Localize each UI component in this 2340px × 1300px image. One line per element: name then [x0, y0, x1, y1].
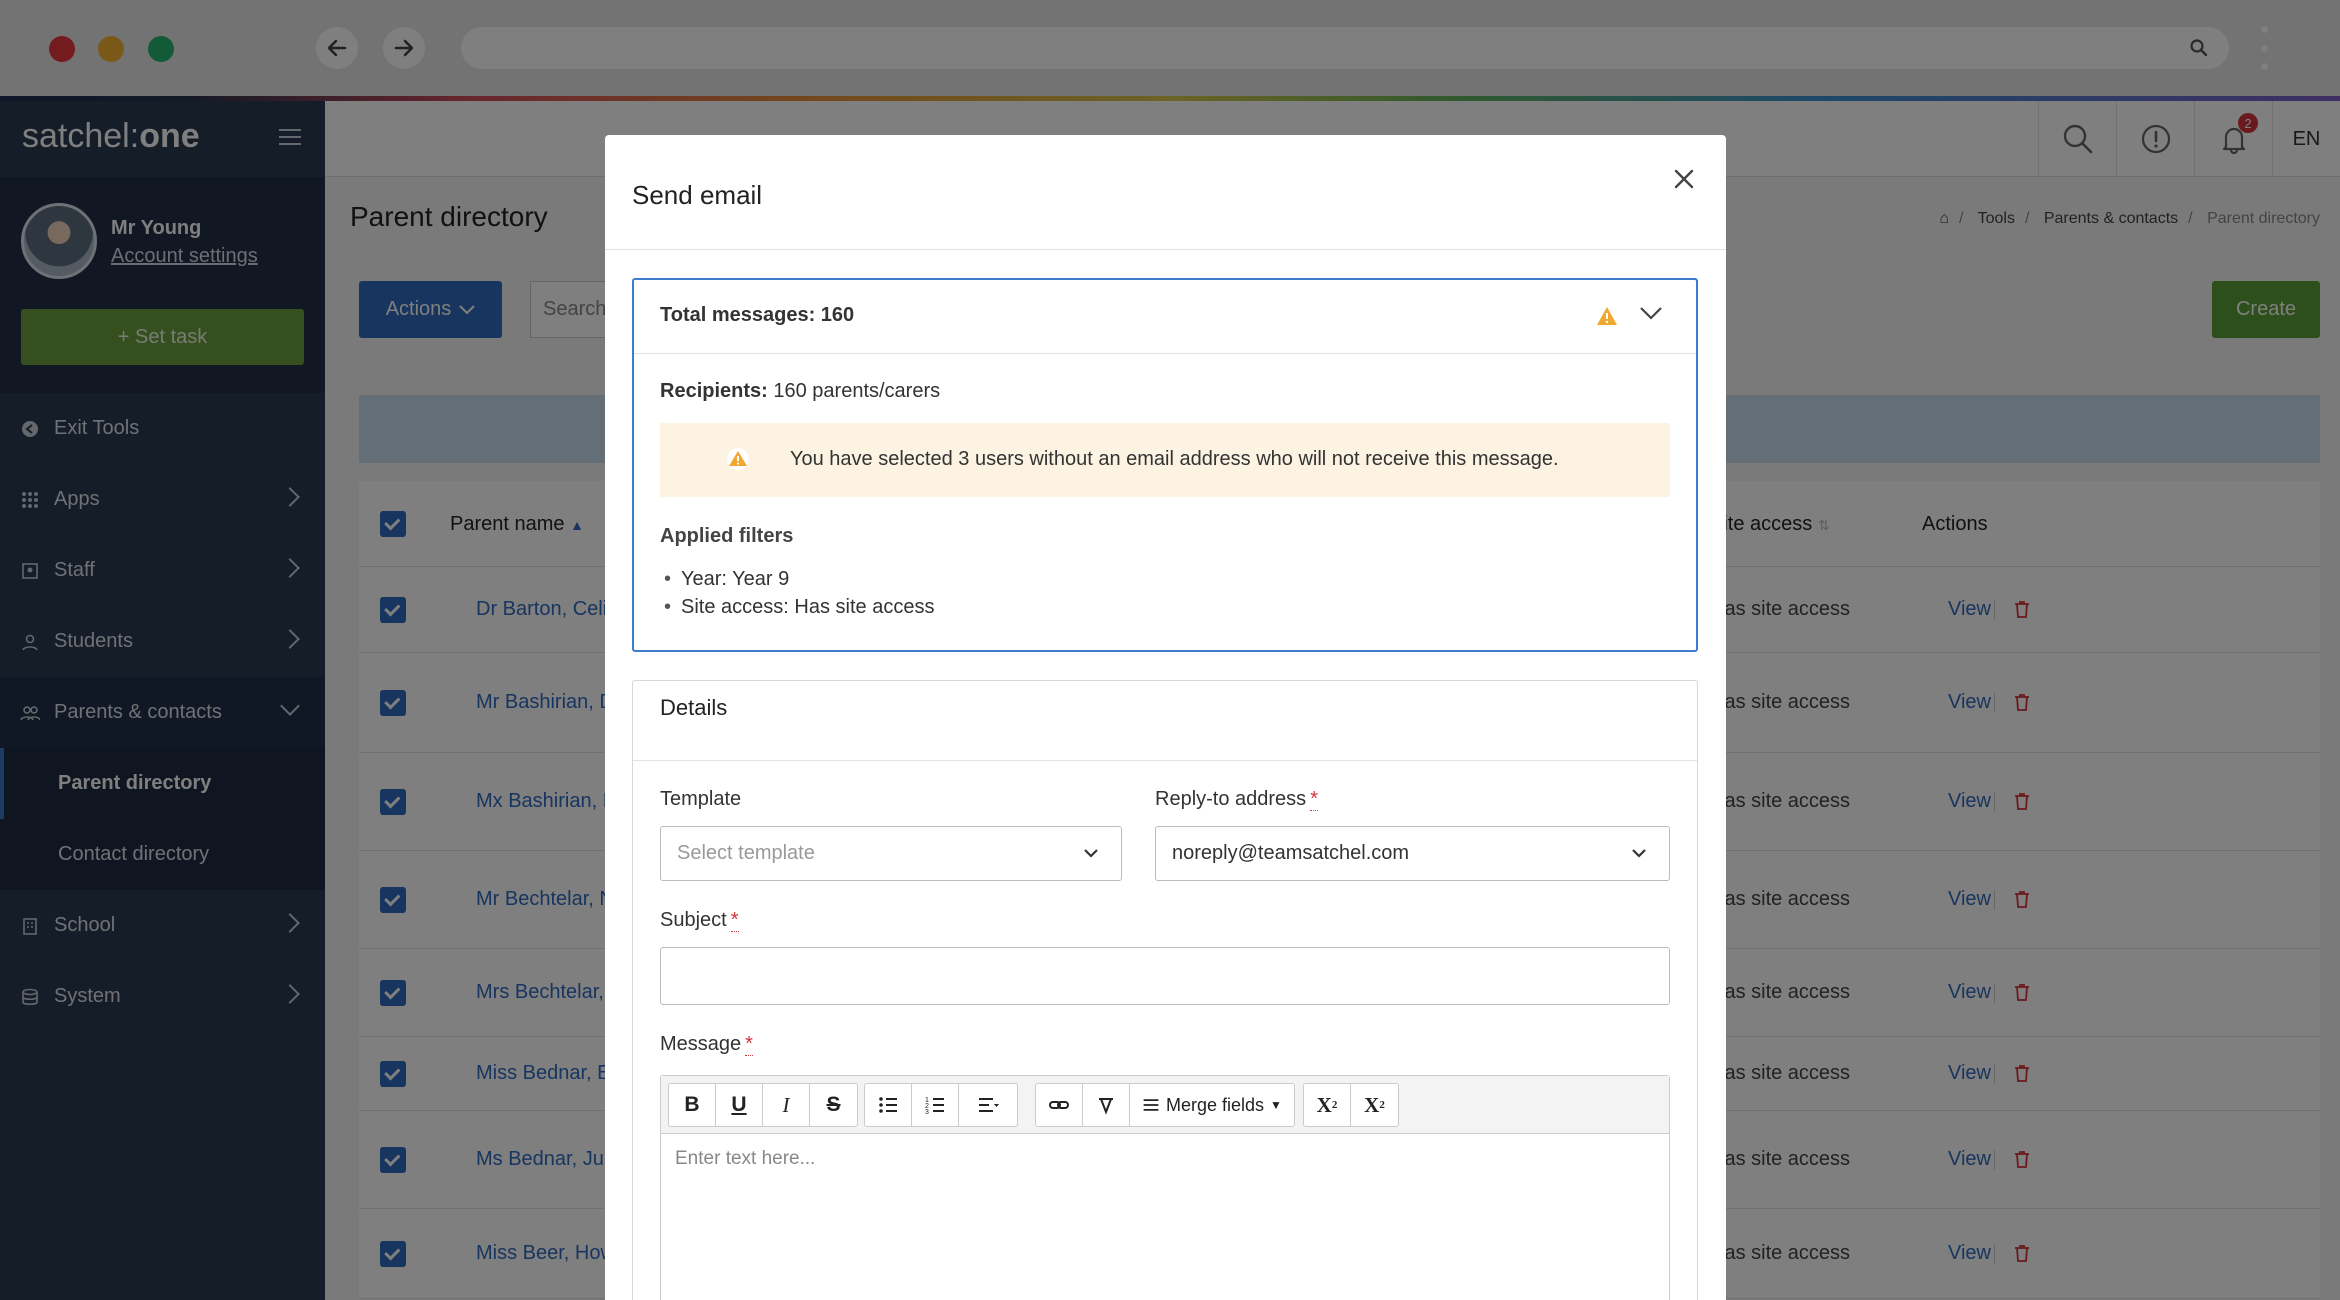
subject-label: Subject * [660, 909, 739, 932]
superscript-button[interactable]: X2 [1304, 1084, 1351, 1126]
warning-icon [727, 448, 749, 470]
bullet-list-icon [879, 1097, 897, 1113]
numbered-list-button[interactable]: 123 [912, 1084, 959, 1126]
script-group: X2 X2 [1303, 1083, 1399, 1127]
caret-down-icon: ▼ [1270, 1098, 1282, 1112]
message-editor[interactable]: B U I S 123 Merge fields ▼ X 2 X 2 Enter… [660, 1075, 1670, 1300]
missing-email-warning: You have selected 3 users without an ema… [660, 423, 1670, 497]
underline-button[interactable]: U [716, 1084, 763, 1126]
total-messages: Total messages: 160 [660, 304, 855, 326]
clear-format-icon [1099, 1098, 1113, 1115]
link-button[interactable] [1036, 1084, 1083, 1126]
editor-placeholder: Enter text here... [675, 1148, 816, 1169]
strikethrough-button[interactable]: S [810, 1084, 857, 1126]
format-group: B U I S [668, 1083, 858, 1127]
reply-to-select[interactable]: noreply@teamsatchel.com [1155, 826, 1670, 881]
reply-to-label: Reply-to address * [1155, 788, 1318, 811]
clear-format-button[interactable] [1083, 1084, 1130, 1126]
warning-icon [1597, 307, 1617, 325]
recipients: Recipients: 160 parents/carers [660, 380, 941, 402]
align-dropdown-button[interactable] [959, 1084, 1017, 1126]
list-group: 123 [864, 1083, 1018, 1127]
message-label: Message * [660, 1033, 753, 1056]
template-label: Template [660, 788, 742, 810]
insert-group: Merge fields ▼ [1035, 1083, 1295, 1127]
bold-button[interactable]: B [669, 1084, 716, 1126]
bullet-list-button[interactable] [865, 1084, 912, 1126]
subject-input[interactable] [660, 947, 1670, 1005]
align-icon [979, 1098, 999, 1112]
subscript-button[interactable]: X2 [1351, 1084, 1398, 1126]
chevron-down-icon[interactable] [1638, 300, 1664, 326]
modal-title: Send email [632, 180, 763, 210]
chevron-down-icon [1084, 849, 1098, 858]
details-panel: Details Template Select template Reply-t… [632, 680, 1698, 1300]
menu-icon [1143, 1099, 1159, 1111]
modal-header: Send email [605, 135, 1726, 250]
details-header: Details [633, 681, 1697, 761]
editor-toolbar: B U I S 123 Merge fields ▼ X 2 X 2 [661, 1076, 1669, 1134]
chevron-down-icon [1632, 849, 1646, 858]
filter-item: Year: Year 9 [664, 568, 789, 591]
filter-item: Site access: Has site access [664, 596, 934, 619]
link-icon [1049, 1101, 1069, 1109]
template-select[interactable]: Select template [660, 826, 1122, 881]
italic-button[interactable]: I [763, 1084, 810, 1126]
merge-fields-button[interactable]: Merge fields ▼ [1130, 1084, 1294, 1126]
message-summary-panel: Total messages: 160 Recipients: 160 pare… [632, 278, 1698, 652]
send-email-modal: Send email Total messages: 160 Recipient… [605, 135, 1726, 1300]
applied-filters-title: Applied filters [660, 525, 794, 547]
numbered-list-icon: 123 [925, 1097, 944, 1116]
svg-text:3: 3 [925, 1109, 929, 1116]
close-icon[interactable] [1666, 161, 1702, 197]
summary-header[interactable]: Total messages: 160 [634, 280, 1696, 354]
